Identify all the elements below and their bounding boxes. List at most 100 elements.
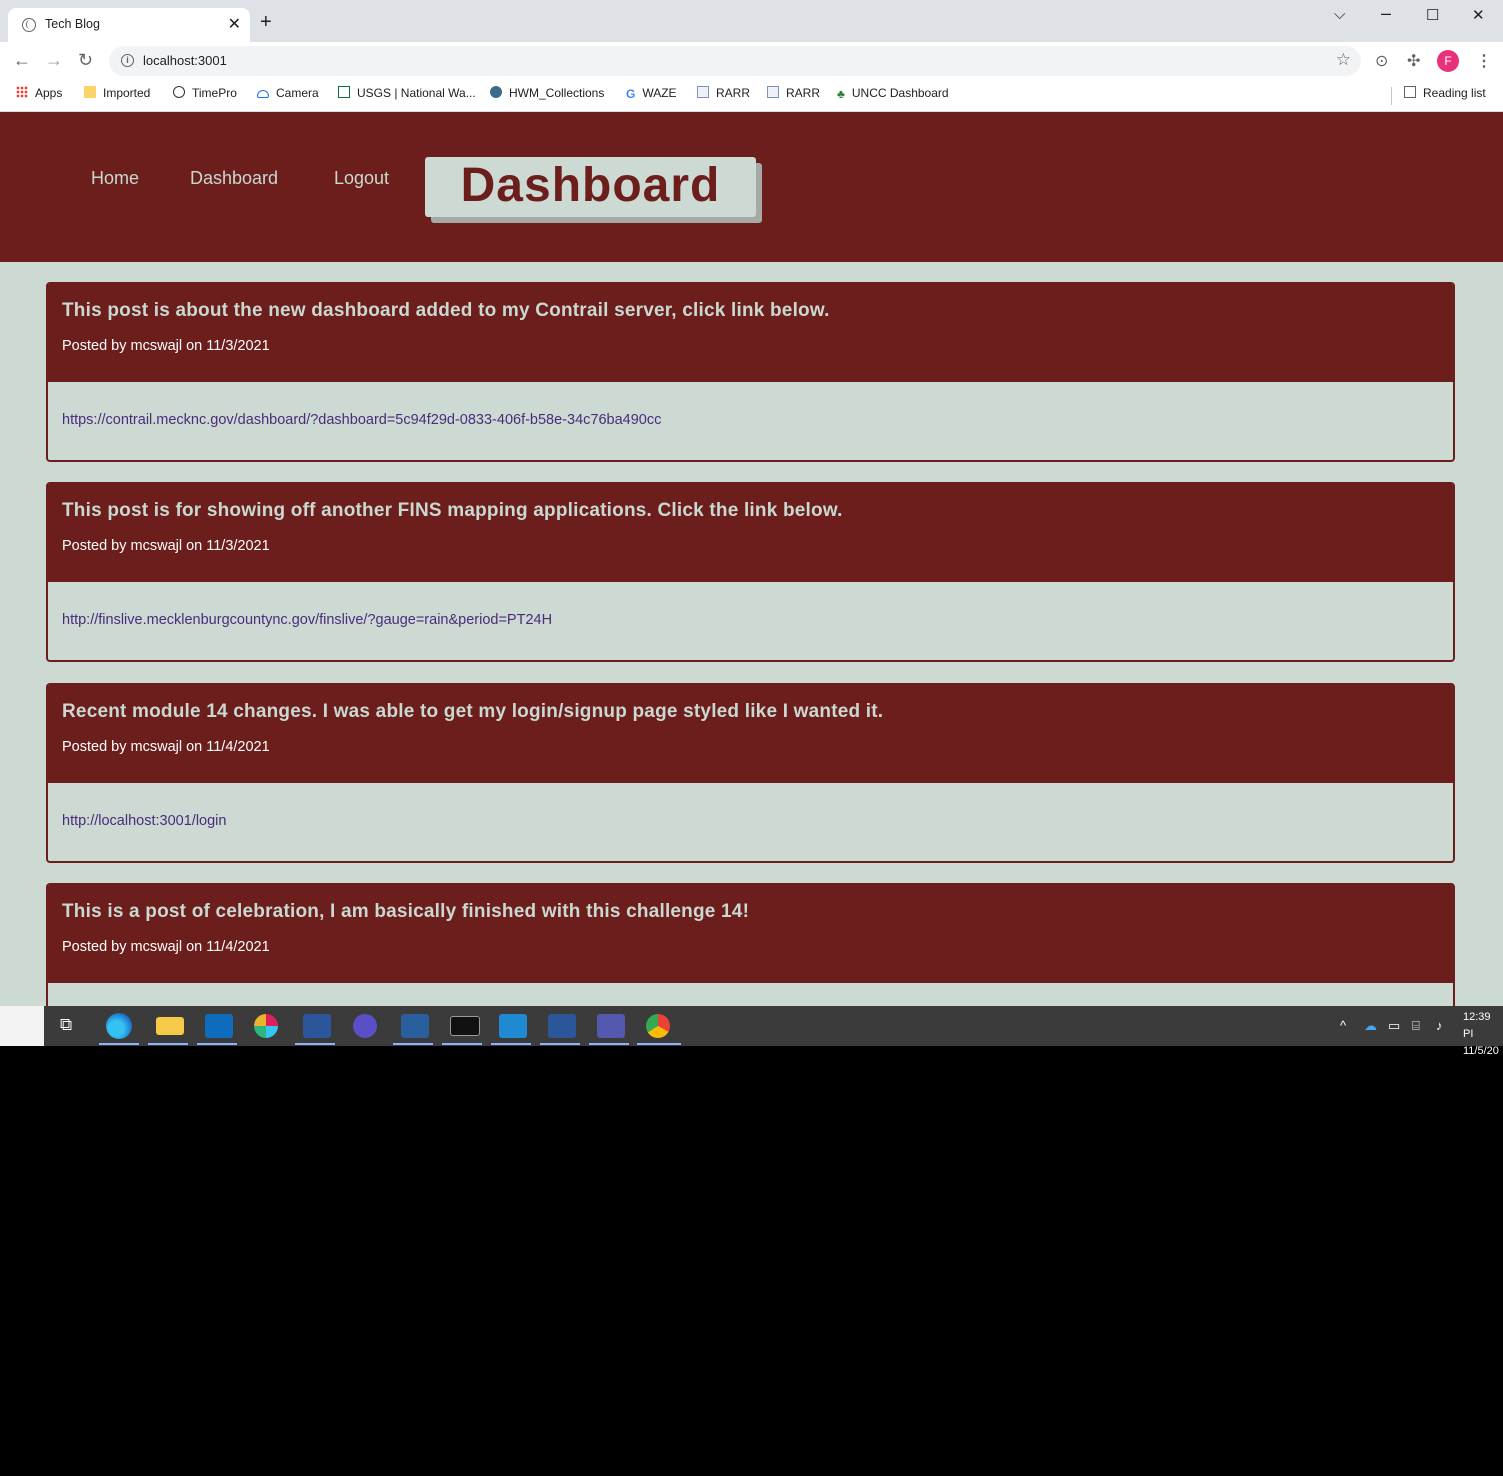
show-hidden-icons-chevron-icon[interactable]: ^ (1340, 1018, 1346, 1033)
address-bar[interactable]: i localhost:3001 ☆ (109, 46, 1361, 76)
slack-icon[interactable] (254, 1014, 278, 1038)
document-icon (697, 86, 709, 98)
post-card: This is a post of celebration, I am basi… (46, 883, 1455, 1006)
windows-taskbar: ⧉ ^ ☁ ▭ ⌸ ♪ 12:39 PI 11/5/20 (0, 1006, 1503, 1057)
vscode-icon[interactable] (499, 1014, 527, 1038)
system-clock[interactable]: 12:39 PI 11/5/20 (1463, 1009, 1503, 1060)
teams-icon[interactable] (597, 1014, 625, 1038)
taskbar-running-indicator (393, 1043, 433, 1045)
post-link[interactable]: http://localhost:3001/login (62, 813, 226, 829)
taskbar-search-box[interactable] (0, 1006, 44, 1046)
post-meta: Posted by mcswajl on 11/3/2021 (62, 338, 270, 354)
arcgis-icon[interactable] (401, 1014, 429, 1038)
task-view-icon[interactable]: ⧉ (60, 1015, 72, 1035)
browser-toolbar: ← → ↻ i localhost:3001 ☆ ⊙ ✣ F ⋮ (0, 42, 1503, 80)
nav-logout-link[interactable]: Logout (334, 168, 389, 189)
onedrive-cloud-icon[interactable]: ☁ (1364, 1018, 1377, 1034)
bookmark-camera[interactable]: Camera (257, 86, 319, 100)
post-title[interactable]: This post is about the new dashboard add… (62, 300, 830, 322)
word-icon[interactable] (548, 1014, 576, 1038)
post-card: This post is for showing off another FIN… (46, 482, 1455, 662)
taskbar-running-indicator (197, 1043, 237, 1045)
tab-close-button[interactable]: ✕ (228, 14, 241, 34)
browser-tab[interactable]: Tech Blog ✕ (8, 8, 250, 42)
site-info-icon[interactable]: i (121, 54, 134, 67)
eclipse-icon[interactable] (353, 1014, 377, 1038)
volume-icon[interactable]: ♪ (1436, 1018, 1443, 1033)
taskbar-running-indicator (491, 1043, 531, 1045)
google-icon: G (626, 87, 636, 101)
puzzle-icon[interactable]: ✣ (1407, 51, 1420, 71)
bookmark-rarr-1[interactable]: RARR (697, 86, 750, 100)
bookmark-hwm-collections[interactable]: HWM_Collections (490, 86, 604, 100)
url-text[interactable]: localhost:3001 (143, 53, 227, 68)
minimize-button[interactable]: – (1381, 3, 1391, 24)
extension-icon[interactable]: ⊙ (1375, 51, 1388, 71)
forward-arrow-icon[interactable]: → (45, 50, 63, 70)
post-title[interactable]: This post is for showing off another FIN… (62, 500, 843, 522)
menu-kebab-icon[interactable]: ⋮ (1476, 51, 1492, 71)
reading-list-button[interactable]: Reading list (1404, 86, 1486, 100)
clock-date: 11/5/20 (1463, 1045, 1499, 1057)
bookmark-usgs[interactable]: USGS | National Wa... (338, 86, 476, 100)
site-header: Home Dashboard Logout Dashboard (0, 112, 1503, 262)
battery-icon[interactable]: ▭ (1388, 1018, 1400, 1034)
usgs-icon (338, 86, 350, 98)
globe-icon (173, 86, 185, 98)
reload-icon[interactable]: ↻ (78, 50, 93, 70)
folder-icon (84, 86, 96, 98)
bookmark-rarr-2[interactable]: RARR (767, 86, 820, 100)
globe-icon (22, 18, 36, 32)
bookmark-uncc-dashboard[interactable]: ♣ UNCC Dashboard (837, 86, 949, 101)
post-body (48, 983, 1453, 1006)
maximize-button[interactable]: ☐ (1426, 6, 1439, 24)
page-title: Dashboard (460, 159, 721, 212)
post-meta: Posted by mcswajl on 11/4/2021 (62, 739, 270, 755)
file-explorer-icon[interactable] (156, 1017, 184, 1035)
nav-dashboard-link[interactable]: Dashboard (190, 168, 278, 189)
visio-icon[interactable] (303, 1014, 331, 1038)
leaf-icon: ♣ (837, 87, 845, 101)
taskbar-running-indicator (99, 1043, 139, 1045)
profile-avatar[interactable]: F (1437, 50, 1459, 72)
clock-time: 12:39 PI (1463, 1011, 1491, 1040)
post-header: This is a post of celebration, I am basi… (48, 885, 1453, 983)
outlook-icon[interactable] (205, 1014, 233, 1038)
tab-search-chevron-icon[interactable]: ⌵ (1334, 6, 1345, 23)
bookmark-timepro[interactable]: TimePro (173, 86, 237, 100)
chrome-icon[interactable] (646, 1014, 670, 1038)
post-title[interactable]: Recent module 14 changes. I was able to … (62, 701, 883, 723)
taskbar-running-indicator (295, 1043, 335, 1045)
back-arrow-icon[interactable]: ← (13, 50, 31, 70)
edge-icon[interactable] (106, 1013, 132, 1039)
post-link[interactable]: http://finslive.mecklenburgcountync.gov/… (62, 612, 552, 628)
bookmark-imported[interactable]: Imported (84, 86, 150, 100)
tab-title: Tech Blog (45, 17, 100, 31)
post-card: Recent module 14 changes. I was able to … (46, 683, 1455, 863)
browser-window: Tech Blog ✕ + ⌵ – ☐ ✕ ← → ↻ i localhost:… (0, 0, 1503, 1006)
bookmark-star-icon[interactable]: ☆ (1336, 50, 1351, 70)
post-title[interactable]: This is a post of celebration, I am basi… (62, 901, 749, 923)
network-icon[interactable]: ⌸ (1412, 1018, 1420, 1034)
post-header: This post is about the new dashboard add… (48, 284, 1453, 382)
post-header: This post is for showing off another FIN… (48, 484, 1453, 582)
post-meta: Posted by mcswajl on 11/3/2021 (62, 538, 270, 554)
bookmark-apps[interactable]: Apps (16, 86, 62, 100)
taskbar-running-indicator (540, 1043, 580, 1045)
post-body: http://localhost:3001/login (48, 783, 1453, 861)
new-tab-button[interactable]: + (260, 12, 272, 32)
bookmark-waze[interactable]: G WAZE (626, 86, 677, 101)
reading-list-icon (1404, 86, 1416, 98)
bookmarks-divider (1391, 87, 1392, 105)
close-window-button[interactable]: ✕ (1472, 6, 1485, 24)
taskbar-running-indicator (589, 1043, 629, 1045)
post-body: http://finslive.mecklenburgcountync.gov/… (48, 582, 1453, 660)
nav-home-link[interactable]: Home (91, 168, 139, 189)
page-viewport[interactable]: Home Dashboard Logout Dashboard This pos… (0, 112, 1503, 1006)
post-link[interactable]: https://contrail.mecknc.gov/dashboard/?d… (62, 412, 661, 428)
bookmarks-bar: Apps Imported TimePro Camera USGS | Nati… (0, 80, 1503, 112)
page-title-box: Dashboard (425, 157, 756, 217)
terminal-icon[interactable] (450, 1016, 480, 1036)
taskbar-active-indicator (637, 1043, 681, 1045)
post-meta: Posted by mcswajl on 11/4/2021 (62, 939, 270, 955)
